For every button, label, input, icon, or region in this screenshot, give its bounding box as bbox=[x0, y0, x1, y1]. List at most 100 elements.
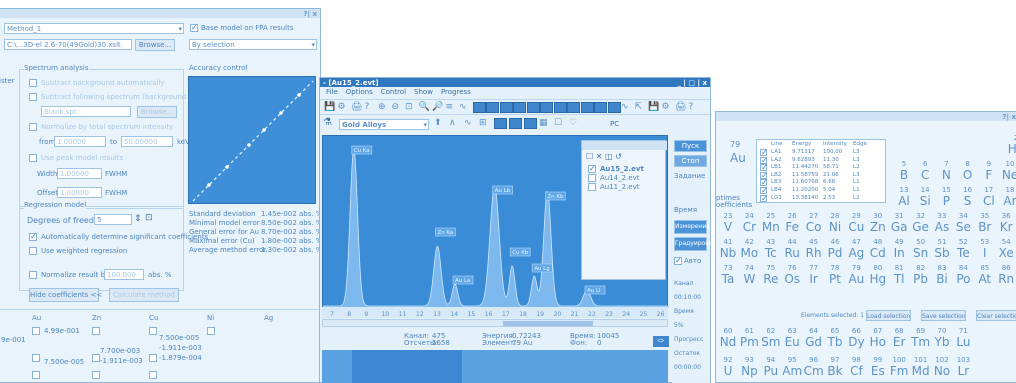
load-selection-button[interactable]: Load selection bbox=[866, 310, 911, 321]
element-tile[interactable]: 41 Nb bbox=[718, 238, 738, 262]
element-tile[interactable]: 33 As bbox=[932, 212, 952, 236]
coef-check-r1c3[interactable] bbox=[149, 327, 157, 335]
element-tile[interactable]: 74 W bbox=[739, 264, 759, 288]
toolbar-icon[interactable]: ⊖ bbox=[392, 102, 400, 112]
element-tile[interactable]: 29 Cu bbox=[846, 212, 866, 236]
element-tile[interactable]: 61 Pm bbox=[739, 327, 759, 351]
element-tile[interactable]: 94 Pu bbox=[761, 356, 781, 380]
toolbar-icon[interactable]: 🔎 bbox=[432, 102, 443, 112]
element-tile[interactable]: 75 Re bbox=[761, 264, 781, 288]
from-field[interactable]: 1.00000 bbox=[54, 136, 106, 147]
element-tile[interactable]: 97 Bk bbox=[825, 356, 845, 380]
toolbar2-icon[interactable]: ∧ bbox=[449, 118, 456, 128]
toolbar-icon[interactable]: ⊡ bbox=[405, 102, 413, 112]
toolbar2-blue-icon[interactable] bbox=[524, 118, 537, 129]
coef-check-r1c1[interactable] bbox=[32, 327, 40, 335]
toolbar2-blue-icon[interactable] bbox=[494, 118, 507, 129]
menu-item-3[interactable]: Show bbox=[414, 88, 433, 98]
toolbar-blue-icon[interactable] bbox=[553, 102, 567, 113]
calculate-method-button[interactable]: Calculate method bbox=[109, 288, 179, 302]
coef-check-r2c1[interactable] bbox=[32, 354, 40, 362]
toolbar-blue-icon[interactable] bbox=[567, 102, 580, 113]
element-tile[interactable]: 95 Am bbox=[782, 356, 802, 380]
toolbar-icon[interactable]: ⚙ bbox=[338, 102, 346, 112]
periodic-close-button[interactable]: ?| x bbox=[1002, 113, 1016, 121]
coef-check-r3c3[interactable] bbox=[149, 371, 157, 379]
element-tile[interactable]: 45 Rh bbox=[804, 238, 824, 262]
element-tile[interactable]: 71 Lu bbox=[953, 327, 973, 351]
element-tile[interactable]: 9F bbox=[979, 160, 999, 184]
element-tile[interactable]: 77 Ir bbox=[804, 264, 824, 288]
method-select[interactable]: Method_1 ▾ bbox=[4, 23, 184, 34]
toolbar-icon[interactable]: 🖨 bbox=[675, 102, 686, 112]
element-tile[interactable]: 84 Po bbox=[953, 264, 973, 288]
toolbar-blue-icon[interactable] bbox=[472, 102, 486, 113]
file-checkbox[interactable] bbox=[588, 174, 596, 182]
element-tile[interactable]: 66 Dy bbox=[846, 327, 866, 351]
toolbar-blue-icon[interactable] bbox=[540, 102, 553, 113]
element-tile[interactable]: 44 Ru bbox=[782, 238, 802, 262]
toolbar-icon[interactable]: 💾 bbox=[648, 102, 659, 112]
coef-check-r2c2[interactable] bbox=[92, 354, 100, 362]
element-tile[interactable]: 54 Xe bbox=[996, 238, 1016, 262]
element-tile[interactable]: 69 Tm bbox=[911, 327, 931, 351]
element-tile[interactable]: 82 Pb bbox=[911, 264, 931, 288]
element-tile[interactable]: 73 Ta bbox=[718, 264, 738, 288]
preset-select[interactable]: Gold Alloys ▾ bbox=[339, 119, 429, 130]
file-checkbox[interactable] bbox=[588, 164, 596, 173]
element-tile[interactable]: 70 Yb bbox=[932, 327, 952, 351]
element-tile[interactable]: 80 Hg bbox=[868, 264, 888, 288]
file-tree-item[interactable]: Au11_2.evt bbox=[600, 183, 640, 191]
toolbar-icon[interactable]: ∿ bbox=[621, 102, 629, 112]
element-tile[interactable]: 2He bbox=[1006, 134, 1016, 158]
coef-check-r2c3[interactable] bbox=[149, 354, 157, 362]
element-tile[interactable]: 18 Ar bbox=[1000, 186, 1016, 210]
browse-button[interactable]: Browse... bbox=[135, 39, 175, 51]
coef-check-r3c2[interactable] bbox=[92, 371, 100, 379]
element-tile[interactable]: 32 Ge bbox=[911, 212, 931, 236]
degrees-spin-icon[interactable]: ⇕ bbox=[134, 214, 142, 224]
toolbar2-icon[interactable]: ▦ bbox=[539, 118, 548, 128]
toolbar-icon[interactable]: ⊕ bbox=[378, 102, 386, 112]
element-tile[interactable]: 26 Fe bbox=[782, 212, 802, 236]
element-tile[interactable]: 28 Ni bbox=[825, 212, 845, 236]
element-tile[interactable]: 17 Cl bbox=[979, 186, 999, 210]
element-tile[interactable]: 68 Er bbox=[889, 327, 909, 351]
element-tile[interactable]: 76 Os bbox=[782, 264, 802, 288]
element-tile[interactable]: 47 Ag bbox=[846, 238, 866, 262]
element-tile[interactable]: 13 Al bbox=[894, 186, 914, 210]
to-field[interactable]: 50.00000 bbox=[121, 136, 173, 147]
measure-button[interactable]: Измерение bbox=[674, 220, 710, 234]
element-tile[interactable]: 93 Np bbox=[739, 356, 759, 380]
element-tile[interactable]: 50 Sn bbox=[911, 238, 931, 262]
element-tile[interactable]: 23 V bbox=[718, 212, 738, 236]
normalize-result-checkbox[interactable] bbox=[29, 271, 37, 279]
menu-item-2[interactable]: Control bbox=[381, 88, 406, 98]
element-tile[interactable]: 35 Br bbox=[975, 212, 995, 236]
toolbar2-blue-icon[interactable] bbox=[509, 118, 522, 129]
element-tile[interactable]: 48 Cd bbox=[868, 238, 888, 262]
toolbar2-icon[interactable]: ⬆ bbox=[434, 118, 442, 128]
element-tile[interactable]: 86 Rn bbox=[996, 264, 1016, 288]
file-path-select[interactable]: C:\...3D-el 2.6-70(49Gold)30.xslt bbox=[4, 39, 132, 50]
element-tile[interactable]: 78 Pt bbox=[825, 264, 845, 288]
element-tile[interactable]: 16 S bbox=[958, 186, 978, 210]
toolbar2-icon[interactable]: ⊞ bbox=[479, 118, 487, 128]
element-tile[interactable]: 85 At bbox=[975, 264, 995, 288]
element-tile[interactable]: 98 Cf bbox=[846, 356, 866, 380]
element-tile[interactable]: 67 Ho bbox=[868, 327, 888, 351]
element-tile[interactable]: 49 In bbox=[889, 238, 909, 262]
element-tile[interactable]: 64 Gd bbox=[804, 327, 824, 351]
element-tile[interactable]: 30 Zn bbox=[868, 212, 888, 236]
element-tile[interactable]: 25 Mn bbox=[761, 212, 781, 236]
normalize-total-checkbox[interactable] bbox=[29, 123, 37, 131]
element-tile[interactable]: 52 Te bbox=[953, 238, 973, 262]
element-tool-icon[interactable]: ⚗ bbox=[323, 117, 332, 128]
toolbar2-icon[interactable]: ♡ bbox=[569, 118, 577, 128]
browse-background-button[interactable]: Browse... bbox=[137, 106, 177, 118]
line-checkbox[interactable] bbox=[760, 194, 768, 203]
subtract-bg-checkbox[interactable] bbox=[29, 79, 37, 87]
hide-coefficients-button[interactable]: Hide coefficients << bbox=[29, 288, 102, 302]
toolbar-icon[interactable]: 🔍 bbox=[419, 102, 430, 112]
element-tile[interactable]: 34 Se bbox=[953, 212, 973, 236]
